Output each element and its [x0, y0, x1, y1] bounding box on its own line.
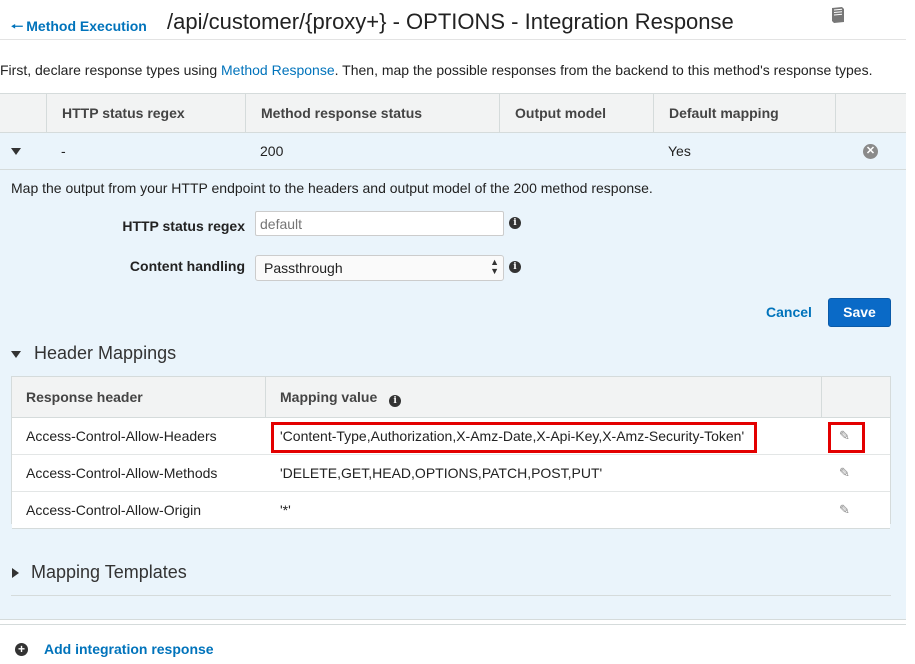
detail-intro: Map the output from your HTTP endpoint t…	[11, 180, 653, 196]
save-button[interactable]: Save	[828, 298, 891, 327]
row-default-mapping: Yes	[668, 143, 691, 159]
header-mappings-table: Response header Mapping value i Access-C…	[11, 376, 891, 529]
page-title: /api/customer/{proxy+} - OPTIONS - Integ…	[167, 9, 734, 34]
row-status-regex: -	[61, 143, 66, 159]
info-icon[interactable]: i	[389, 395, 402, 407]
method-execution-back-link[interactable]: 🠐 Method Execution	[11, 16, 147, 40]
mapping-header-name: Access-Control-Allow-Origin	[26, 502, 202, 518]
intro-before: First, declare response types using	[0, 62, 221, 78]
table-row: Access-Control-Allow-Methods 'DELETE,GET…	[12, 455, 890, 492]
content-handling-label: Content handling	[129, 258, 245, 274]
header-mappings-title[interactable]: Header Mappings	[34, 343, 176, 364]
top-bar: 🠐 Method Execution /api/customer/{proxy+}…	[0, 0, 906, 40]
mapping-value: 'DELETE,GET,HEAD,OPTIONS,PATCH,POST,PUT'	[280, 465, 603, 481]
collapse-caret-icon[interactable]	[11, 148, 21, 155]
col-response-header: Response header	[26, 389, 143, 405]
col-method-status: Method response status	[245, 94, 500, 133]
pencil-icon[interactable]: ✎	[839, 466, 853, 480]
intro-text: First, declare response types using Meth…	[0, 62, 872, 78]
header-mappings-header: Response header Mapping value i	[12, 377, 890, 418]
mapping-templates-caret-icon[interactable]	[12, 568, 19, 578]
info-icon[interactable]: i	[509, 261, 521, 273]
response-detail-panel: Map the output from your HTTP endpoint t…	[0, 170, 906, 620]
mapping-value: '*'	[280, 502, 291, 518]
footer-divider	[0, 624, 906, 625]
mapping-templates-title[interactable]: Mapping Templates	[31, 562, 187, 583]
content-handling-select[interactable]: Passthrough ▲ ▼	[255, 255, 504, 281]
content-handling-value: Passthrough	[264, 260, 343, 276]
method-response-link[interactable]: Method Response	[221, 62, 335, 78]
table-header: HTTP status regex Method response status…	[0, 93, 906, 133]
table-row[interactable]: - 200 Yes ✕	[0, 133, 906, 170]
mapping-header-name: Access-Control-Allow-Methods	[26, 465, 218, 481]
remove-circle-icon[interactable]: ✕	[863, 144, 878, 159]
status-regex-label: HTTP status regex	[122, 218, 245, 234]
col-output-model: Output model	[499, 94, 654, 133]
col-actions	[835, 94, 906, 133]
integration-response-table: HTTP status regex Method response status…	[0, 93, 906, 620]
col-mapping-value: Mapping value i	[265, 377, 822, 417]
row-method-status: 200	[260, 143, 284, 159]
select-arrows-icon: ▲ ▼	[490, 257, 499, 276]
cancel-button[interactable]: Cancel	[766, 304, 812, 320]
mapping-header-name: Access-Control-Allow-Headers	[26, 428, 217, 444]
arrow-left-icon: 🠐	[11, 18, 24, 34]
mapping-templates-divider	[11, 595, 891, 596]
info-icon[interactable]: i	[509, 217, 521, 229]
intro-after: . Then, map the possible responses from …	[334, 62, 873, 78]
col-default-mapping: Default mapping	[653, 94, 836, 133]
plus-circle-icon[interactable]: +	[15, 643, 28, 656]
col-edit	[821, 377, 890, 417]
col-status-regex: HTTP status regex	[46, 94, 246, 133]
pencil-icon[interactable]: ✎	[839, 503, 853, 517]
add-integration-response-button[interactable]: Add integration response	[44, 641, 214, 657]
mapping-value-highlight	[271, 422, 757, 453]
edit-highlight	[828, 422, 865, 453]
back-link-label: Method Execution	[26, 18, 147, 34]
book-icon[interactable]	[828, 5, 848, 25]
header-mappings-caret-icon[interactable]	[11, 351, 21, 358]
col-mapping-value-label: Mapping value	[280, 389, 378, 405]
table-row: Access-Control-Allow-Origin '*' ✎	[12, 492, 890, 529]
status-regex-input[interactable]	[255, 211, 504, 236]
